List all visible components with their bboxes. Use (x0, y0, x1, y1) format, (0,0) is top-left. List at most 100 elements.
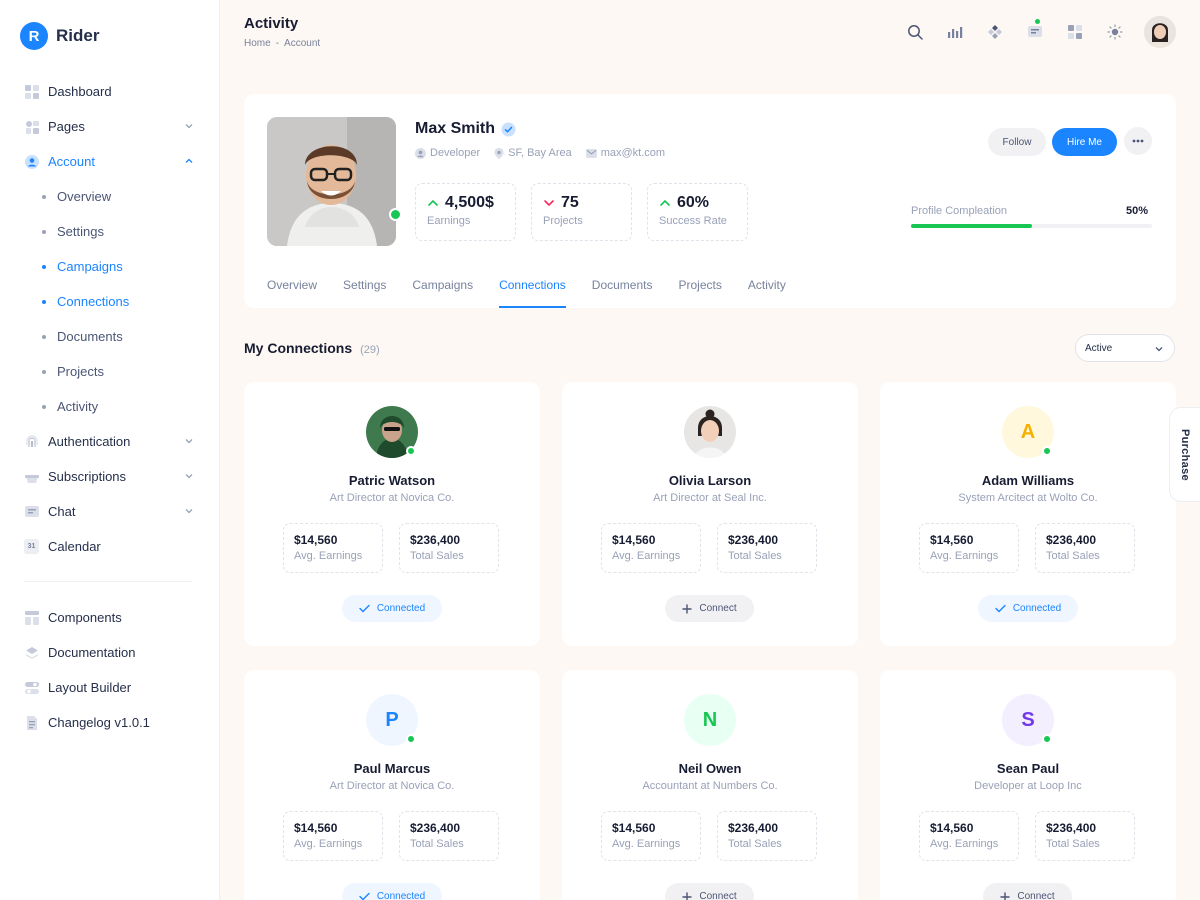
theme-sun-icon[interactable] (1104, 21, 1126, 43)
status-filter-select[interactable]: Active (1075, 334, 1175, 362)
sidebar-item-authentication[interactable]: Authentication (0, 424, 220, 459)
sidebar-subitem-settings[interactable]: Settings (0, 214, 220, 249)
sidebar-subitem-campaigns[interactable]: Campaigns (0, 249, 220, 284)
connections-title: My Connections (29) (244, 340, 380, 356)
chart-icon[interactable] (944, 21, 966, 43)
connection-role: Art Director at Novica Co. (329, 780, 455, 792)
check-icon (995, 604, 1006, 613)
bullet-icon (42, 404, 46, 409)
profile-card: Max Smith Developer SF, Bay Area max@kt.… (244, 94, 1176, 308)
total-sales-stat: $236,400 Total Sales (717, 811, 817, 861)
hire-me-button[interactable]: Hire Me (1052, 128, 1117, 156)
components-icon (24, 610, 39, 625)
connect-button-label: Connect (699, 603, 737, 614)
connections-title-text: My Connections (244, 340, 353, 356)
sidebar-item-layout-builder[interactable]: Layout Builder (0, 670, 220, 705)
connect-button[interactable]: Connect (983, 883, 1072, 900)
messages-icon[interactable] (1024, 19, 1046, 43)
connected-button[interactable]: Connected (342, 883, 442, 900)
follow-button[interactable]: Follow (988, 128, 1046, 156)
sidebar-item-label: Calendar (48, 539, 101, 554)
tab-documents[interactable]: Documents (592, 268, 653, 308)
plus-icon (1000, 891, 1011, 900)
connection-role: System Arcitect at Wolto Co. (958, 492, 1098, 504)
profile-role-text: Developer (430, 147, 481, 159)
profile-role[interactable]: Developer (415, 147, 480, 159)
total-sales-stat: $236,400 Total Sales (399, 811, 499, 861)
purchase-tab[interactable]: Purchase (1169, 407, 1200, 502)
sidebar-subitem-label: Projects (57, 364, 104, 379)
connection-avatar[interactable]: A (1002, 406, 1054, 458)
sidebar-item-label: Documentation (48, 645, 136, 660)
stat-label: Avg. Earnings (612, 550, 681, 562)
brand[interactable]: R Rider (20, 22, 99, 50)
tab-overview[interactable]: Overview (267, 268, 317, 308)
purchase-label: Purchase (1179, 428, 1191, 481)
connected-button[interactable]: Connected (978, 595, 1078, 622)
breadcrumb-home[interactable]: Home (244, 38, 271, 49)
tab-connections[interactable]: Connections (499, 268, 566, 308)
plus-icon (682, 603, 693, 614)
chevron-down-icon (185, 439, 193, 444)
status-filter-value: Active (1085, 342, 1113, 354)
sidebar-subitem-activity[interactable]: Activity (0, 389, 220, 424)
sidebar-item-pages[interactable]: Pages (0, 109, 220, 144)
user-avatar[interactable] (1144, 16, 1176, 48)
profile-location[interactable]: SF, Bay Area (494, 147, 572, 159)
connect-button[interactable]: Connect (665, 883, 754, 900)
connection-card: P Paul Marcus Art Director at Novica Co. $1… (244, 670, 540, 900)
bullet-icon (42, 229, 46, 234)
tab-campaigns[interactable]: Campaigns (412, 268, 473, 308)
connection-avatar[interactable] (684, 406, 736, 458)
sidebar-item-documentation[interactable]: Documentation (0, 635, 220, 670)
bullet-icon (42, 194, 46, 199)
stat-label: Earnings (427, 215, 471, 227)
online-status-dot (406, 734, 416, 744)
sidebar-subitem-overview[interactable]: Overview (0, 179, 220, 214)
sidebar-item-components[interactable]: Components (0, 600, 220, 635)
profile-name-text: Max Smith (415, 120, 496, 137)
connection-avatar[interactable]: N (684, 694, 736, 746)
sidebar-subitem-projects[interactable]: Projects (0, 354, 220, 389)
connection-name[interactable]: Olivia Larson (562, 473, 858, 488)
avg-earnings-stat: $14,560 Avg. Earnings (283, 523, 383, 573)
sidebar-nav: Dashboard Pages Account Overview Setting… (0, 74, 220, 740)
sidebar-subitem-connections[interactable]: Connections (0, 284, 220, 319)
connection-avatar[interactable]: P (366, 694, 418, 746)
connection-name[interactable]: Paul Marcus (244, 761, 540, 776)
search-icon[interactable] (904, 21, 926, 43)
online-status-dot (1042, 446, 1052, 456)
connection-name[interactable]: Patric Watson (244, 473, 540, 488)
connected-button[interactable]: Connected (342, 595, 442, 622)
dots-horizontal-icon (1132, 139, 1144, 143)
dashboard-icon (24, 84, 39, 99)
sidebar-item-dashboard[interactable]: Dashboard (0, 74, 220, 109)
sidebar-item-chat[interactable]: Chat (0, 494, 220, 529)
tab-activity[interactable]: Activity (748, 268, 786, 308)
avatar-letter: S (1021, 708, 1035, 731)
connect-button-label: Connect (699, 891, 737, 900)
connection-avatar[interactable]: S (1002, 694, 1054, 746)
tab-settings[interactable]: Settings (343, 268, 386, 308)
sidebar-item-calendar[interactable]: 31 Calendar (0, 529, 220, 564)
sidebar-item-changelog[interactable]: Changelog v1.0.1 (0, 705, 220, 740)
connection-name[interactable]: Sean Paul (880, 761, 1176, 776)
check-icon (359, 604, 370, 613)
chevron-up-icon (185, 158, 193, 163)
sidebar-item-account[interactable]: Account (0, 144, 220, 179)
connection-avatar[interactable] (366, 406, 418, 458)
avg-earnings-stat: $14,560 Avg. Earnings (919, 523, 1019, 573)
apps-icon[interactable] (984, 21, 1006, 43)
tab-projects[interactable]: Projects (679, 268, 722, 308)
more-options-button[interactable] (1124, 127, 1152, 155)
connect-button[interactable]: Connect (665, 595, 754, 622)
sidebar-item-subscriptions[interactable]: Subscriptions (0, 459, 220, 494)
grid-icon[interactable] (1064, 21, 1086, 43)
connection-name[interactable]: Adam Williams (880, 473, 1176, 488)
profile-email[interactable]: max@kt.com (585, 147, 665, 159)
stat-label: Projects (543, 215, 583, 227)
stat-label: Total Sales (410, 550, 464, 562)
stat-value: $14,560 (930, 821, 974, 835)
connection-name[interactable]: Neil Owen (562, 761, 858, 776)
sidebar-subitem-documents[interactable]: Documents (0, 319, 220, 354)
